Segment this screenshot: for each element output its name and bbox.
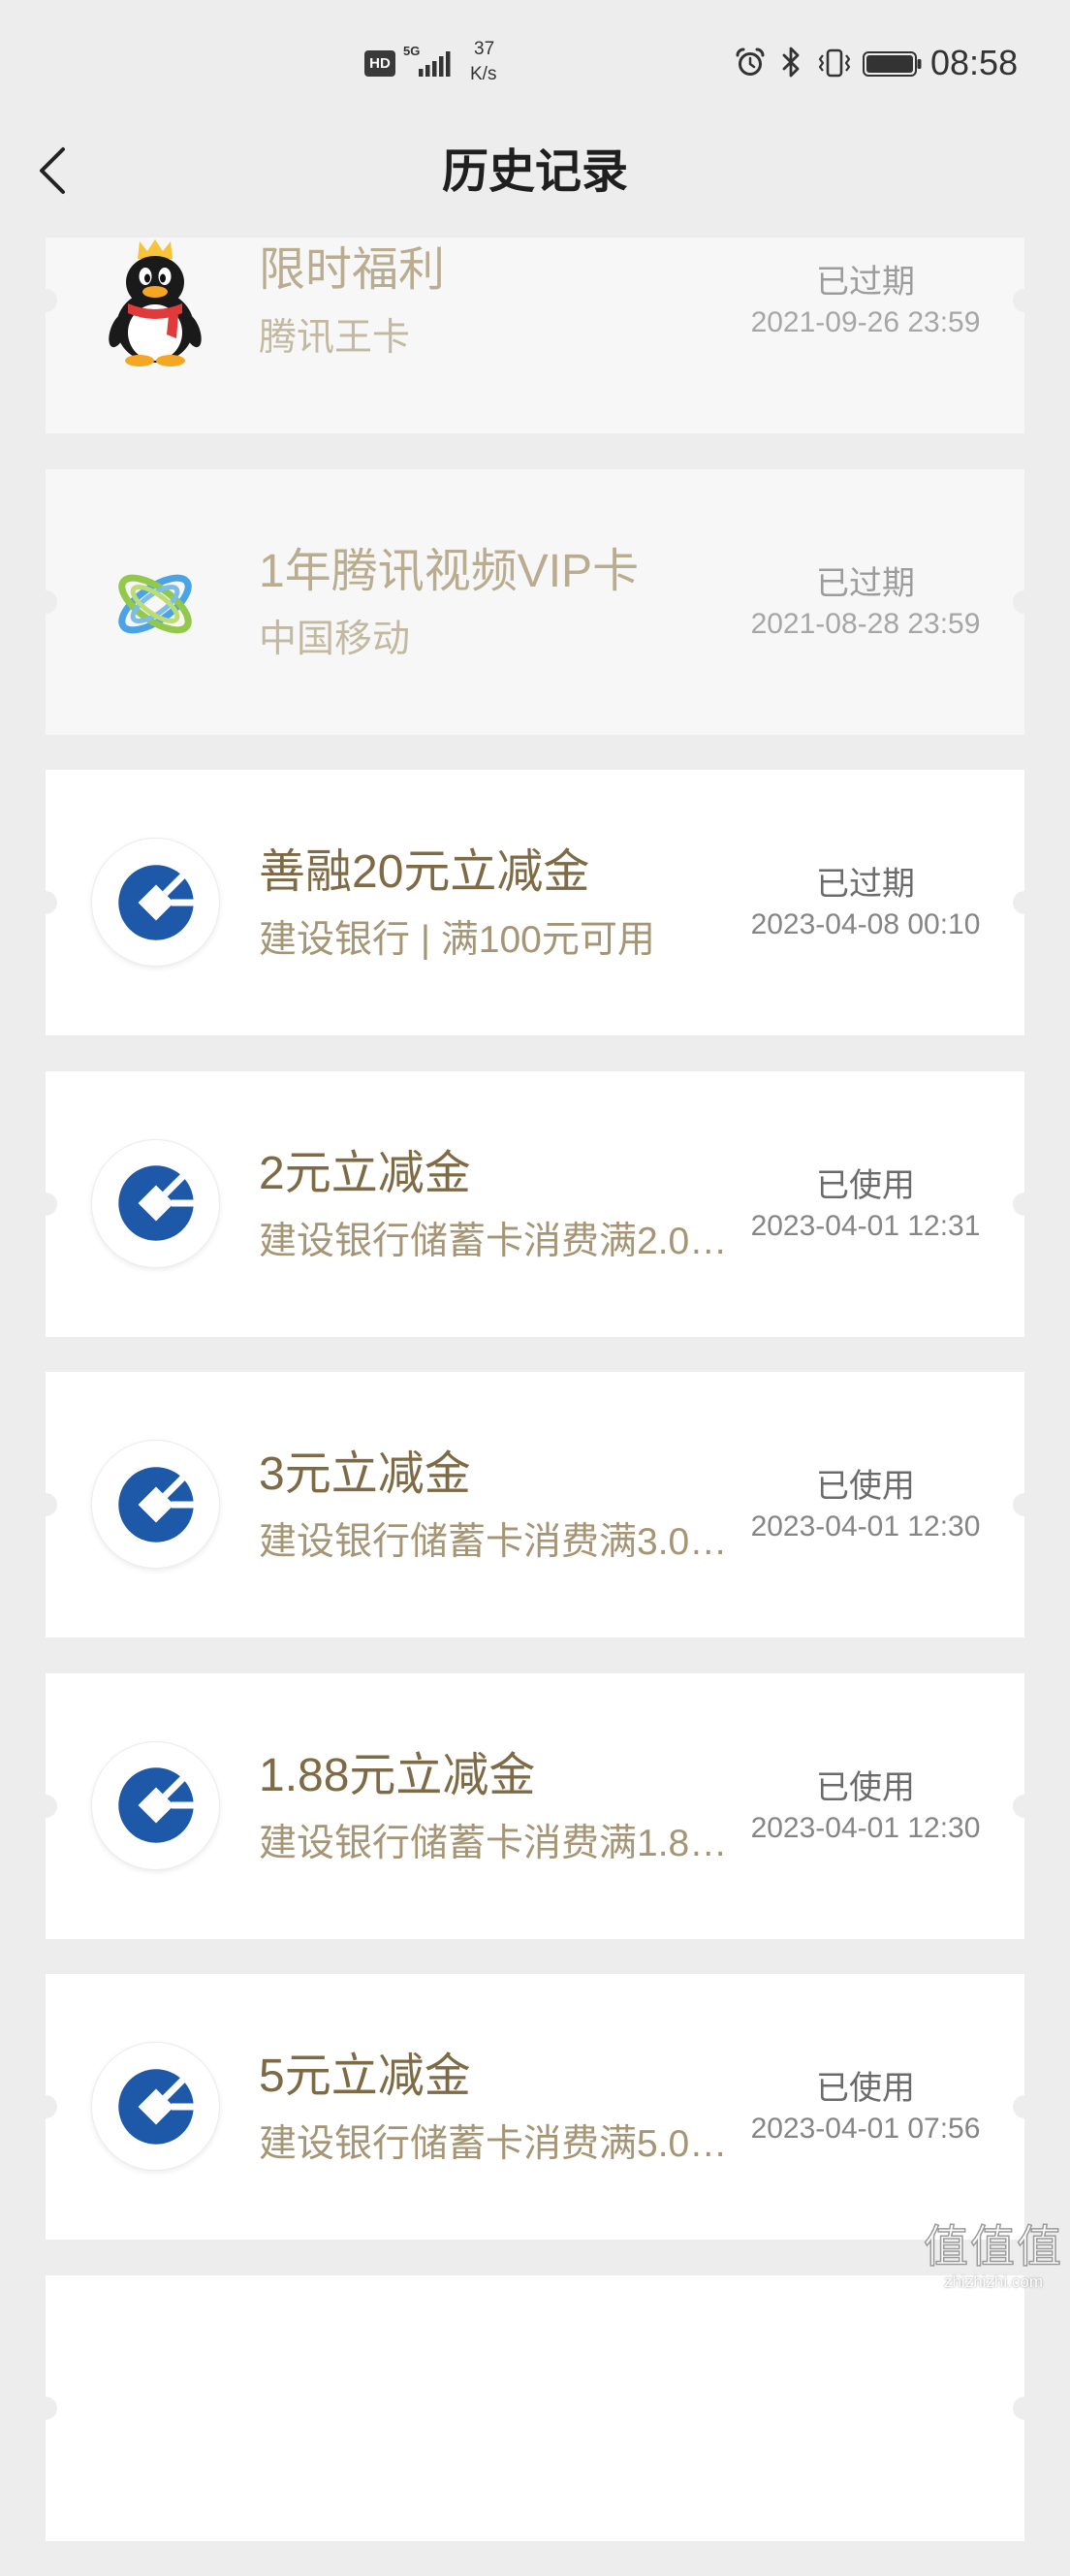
record-card[interactable]: 善融20元立减金 建设银行 | 满100元可用 已过期 2023-04-08 0… [34,770,1036,1035]
record-subtitle: 建设银行储蓄卡消费满5.0… [259,2123,728,2165]
network-speed-value: 37 [474,39,495,59]
bluetooth-icon [782,47,800,78]
record-subtitle: 中国移动 [259,618,411,660]
hd-icon: HD [364,50,395,77]
record-subtitle: 建设银行储蓄卡消费满3.0… [259,1521,728,1563]
record-status: 已使用 [816,1166,915,1204]
record-date: 2023-04-01 07:56 [750,2113,981,2145]
watermark: 值值值 zhizhizhi.com [921,2220,1066,2292]
record-title: 限时福利 [259,244,446,296]
record-status: 已使用 [816,1768,915,1806]
china-mobile-logo-icon [118,574,192,633]
record-date: 2021-09-26 23:59 [750,306,981,338]
record-title: 2元立减金 [259,1147,471,1199]
record-status: 已过期 [816,866,915,903]
record-date: 2023-04-01 12:31 [750,1209,981,1242]
alarm-icon [736,48,765,76]
network-speed-unit: K/s [470,64,497,84]
record-title: 1.88元立减金 [259,1749,536,1801]
watermark-site: zhizhizhi.com [943,2273,1044,2291]
record-subtitle: 建设银行储蓄卡消费满1.8… [259,1822,728,1864]
record-title: 善融20元立减金 [259,846,590,898]
record-status: 已过期 [816,264,915,301]
status-time: 08:58 [930,43,1019,82]
top-bar: HD 5G 37 K/s 08:58 历史记录 [0,0,1070,238]
record-date: 2023-04-08 00:10 [750,908,981,940]
battery-icon [863,51,922,77]
record-title: 1年腾讯视频VIP卡 [259,545,640,597]
watermark-mark: 值值值 [923,2220,1063,2273]
record-status: 已过期 [816,564,915,602]
ccb-logo-icon [91,838,220,967]
ccb-logo-icon [91,1740,220,1870]
record-title: 5元立减金 [259,2051,471,2102]
record-status: 已使用 [816,1468,915,1505]
record-date: 2021-08-28 23:59 [750,607,981,640]
record-subtitle: 建设银行 | 满100元可用 [259,919,655,961]
qq-penguin-logo-icon [109,239,202,366]
record-title: 3元立减金 [259,1448,471,1500]
record-status: 已使用 [816,2070,915,2107]
page-title: 历史记录 [441,146,628,198]
vibrate-icon [818,48,851,78]
ccb-logo-icon [91,1138,220,1268]
ccb-logo-icon [91,1440,220,1569]
record-subtitle: 建设银行储蓄卡消费满2.0… [259,1220,728,1262]
record-card[interactable]: 2元立减金 建设银行储蓄卡消费满2.0… 已使用 2023-04-01 12:3… [34,1070,1036,1337]
record-subtitle: 腾讯王卡 [259,317,411,359]
record-date: 2023-04-01 12:30 [750,1811,981,1844]
history-list: 限时福利 腾讯王卡 已过期 2021-09-26 23:59 1年腾讯视频VIP… [34,168,1036,2576]
ccb-logo-icon [91,2042,220,2171]
record-card-partial[interactable] [34,2274,1036,2541]
record-card[interactable]: 1.88元立减金 建设银行储蓄卡消费满1.8… 已使用 2023-04-01 1… [34,1672,1036,1939]
record-card[interactable]: 1年腾讯视频VIP卡 中国移动 已过期 2021-08-28 23:59 [34,468,1036,735]
record-card[interactable]: 3元立减金 建设银行储蓄卡消费满3.0… 已使用 2023-04-01 12:3… [34,1372,1036,1638]
signal-icon [419,51,451,77]
record-card[interactable]: 5元立减金 建设银行储蓄卡消费满5.0… 已使用 2023-04-01 07:5… [34,1974,1036,2240]
record-date: 2023-04-01 12:30 [750,1511,981,1542]
